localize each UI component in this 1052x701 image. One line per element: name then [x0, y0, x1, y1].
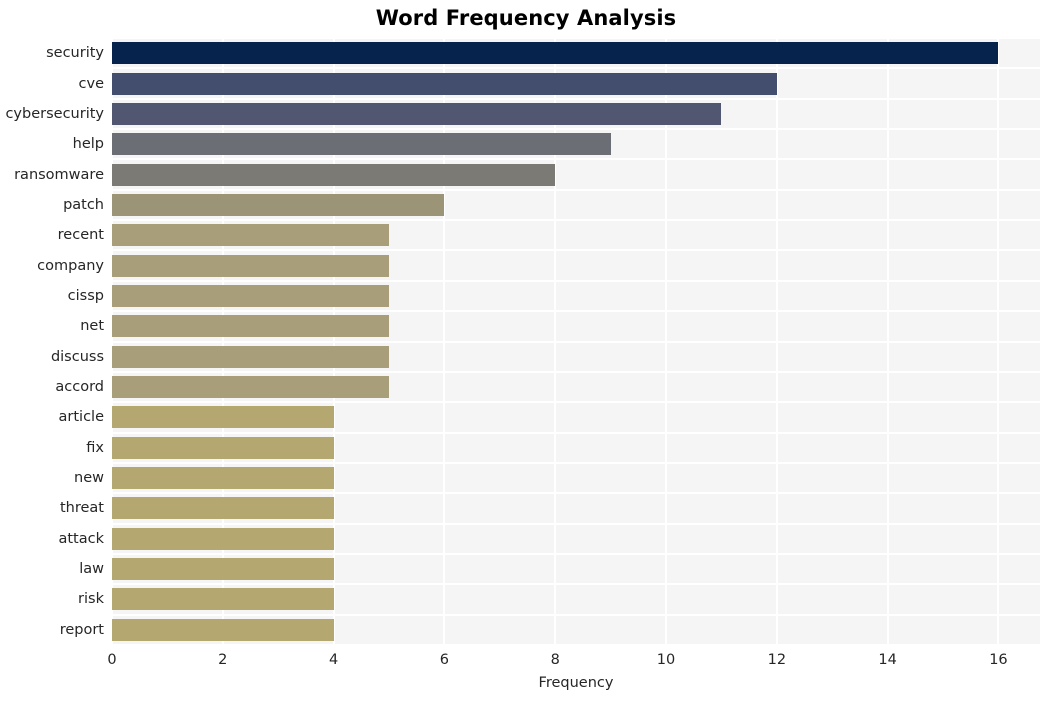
y-tick-label-fix: fix [86, 439, 104, 456]
gridline-horizontal [112, 128, 1040, 131]
y-tick-label-cybersecurity: cybersecurity [5, 105, 104, 122]
gridline-horizontal [112, 461, 1040, 464]
bar-fix [112, 436, 334, 459]
bar-threat [112, 497, 334, 520]
y-tick-label-cissp: cissp [67, 287, 104, 304]
bar-cybersecurity [112, 102, 722, 125]
x-axis-label: Frequency [538, 675, 614, 691]
gridline-horizontal [112, 279, 1040, 282]
chart-title: Word Frequency Analysis [375, 6, 677, 30]
x-tick-label-10: 10 [656, 652, 676, 668]
y-tick-label-recent: recent [57, 227, 104, 244]
gridline-horizontal [112, 67, 1040, 70]
bar-security [112, 42, 999, 65]
gridline-horizontal [112, 249, 1040, 252]
y-tick-label-help: help [72, 136, 104, 153]
gridline-horizontal [112, 644, 1040, 646]
bar-company [112, 254, 389, 277]
y-tick-label-accord: accord [55, 379, 104, 396]
gridline-horizontal [112, 188, 1040, 191]
gridline-horizontal [112, 37, 1040, 39]
x-tick-label-2: 2 [218, 652, 228, 668]
bar-attack [112, 527, 334, 550]
gridline-horizontal [112, 401, 1040, 404]
gridline-horizontal [112, 552, 1040, 555]
bar-cve [112, 72, 777, 95]
gridline-horizontal [112, 522, 1040, 525]
x-tick-label-12: 12 [767, 652, 787, 668]
plot-area [111, 37, 1040, 646]
bar-risk [112, 588, 334, 611]
y-tick-label-threat: threat [59, 500, 104, 517]
bar-new [112, 467, 334, 490]
gridline-horizontal [112, 310, 1040, 313]
y-tick-label-article: article [58, 409, 104, 426]
bar-accord [112, 376, 389, 399]
bar-cissp [112, 284, 389, 307]
gridline-horizontal [112, 370, 1040, 373]
bar-law [112, 558, 334, 581]
y-tick-label-report: report [59, 621, 104, 638]
x-tick-label-14: 14 [878, 652, 897, 668]
bar-help [112, 133, 611, 156]
bar-patch [112, 193, 445, 216]
y-tick-label-new: new [74, 470, 104, 487]
y-tick-label-net: net [80, 318, 104, 335]
gridline-horizontal [112, 431, 1040, 434]
x-tick-label-6: 6 [439, 652, 450, 668]
gridline-horizontal [112, 583, 1040, 586]
x-tick-label-8: 8 [550, 652, 560, 668]
chart-figure: Word Frequency Analysis security cve cyber… [0, 0, 1052, 701]
gridline-horizontal [112, 492, 1040, 495]
y-tick-label-risk: risk [78, 591, 104, 608]
bar-discuss [112, 345, 389, 368]
x-tick-label-4: 4 [328, 652, 339, 668]
bar-article [112, 406, 334, 429]
gridline-horizontal [112, 97, 1040, 100]
y-tick-label-company: company [37, 257, 104, 274]
bar-report [112, 618, 334, 641]
y-tick-label-security: security [46, 45, 104, 62]
y-tick-label-attack: attack [58, 530, 104, 547]
y-tick-label-cve: cve [78, 75, 104, 92]
gridline-horizontal [112, 219, 1040, 222]
bar-ransomware [112, 163, 556, 186]
gridline-horizontal [112, 158, 1040, 161]
gridline-horizontal [112, 613, 1040, 616]
y-tick-label-patch: patch [63, 196, 104, 213]
bar-net [112, 315, 389, 338]
x-tick-label-16: 16 [989, 652, 1008, 668]
y-tick-label-discuss: discuss [50, 348, 104, 365]
bar-recent [112, 224, 389, 247]
y-tick-label-ransomware: ransomware [14, 166, 104, 183]
x-tick-label-0: 0 [107, 652, 117, 668]
y-tick-label-law: law [79, 561, 104, 578]
gridline-horizontal [112, 340, 1040, 343]
